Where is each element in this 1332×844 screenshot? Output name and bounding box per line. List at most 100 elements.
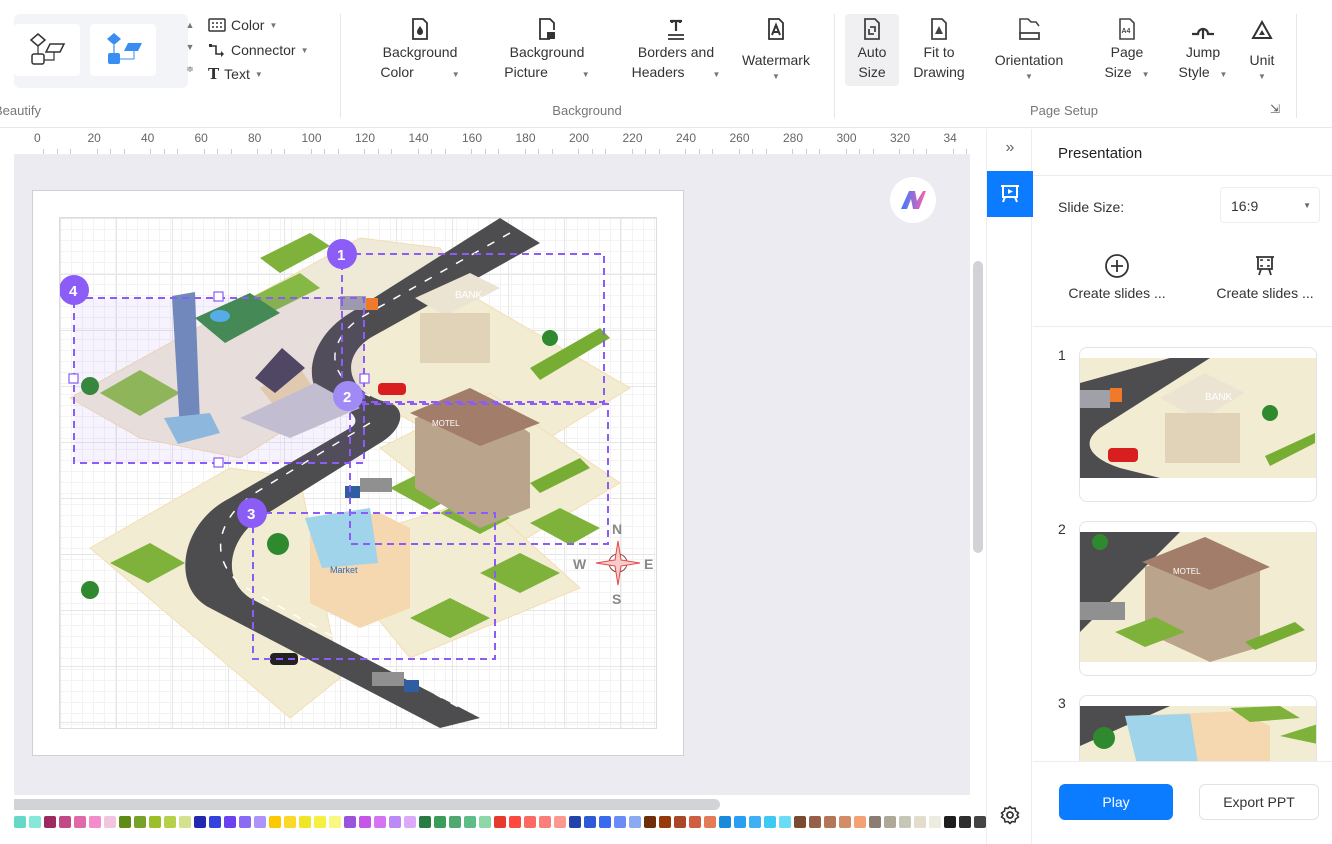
vertical-scrollbar[interactable] bbox=[970, 129, 986, 795]
orientation-button[interactable]: Orientation ▼ bbox=[984, 14, 1074, 81]
palette-swatch[interactable] bbox=[644, 816, 656, 828]
palette-swatch[interactable] bbox=[209, 816, 221, 828]
palette-swatch[interactable] bbox=[299, 816, 311, 828]
fit-to-drawing-button[interactable]: Fit to Drawing bbox=[906, 14, 972, 82]
palette-swatch[interactable] bbox=[734, 816, 746, 828]
palette-swatch[interactable] bbox=[269, 816, 281, 828]
palette-swatch[interactable] bbox=[314, 816, 326, 828]
settings-button[interactable] bbox=[987, 805, 1033, 825]
resize-handle[interactable] bbox=[68, 373, 79, 384]
flowchart-style-outline[interactable] bbox=[14, 24, 80, 76]
palette-swatch[interactable] bbox=[164, 816, 176, 828]
double-chevron-right-icon[interactable]: » bbox=[987, 139, 1033, 157]
drawing-page[interactable]: BANK MOTEL Market N S E W 1 2 3 4 bbox=[32, 190, 684, 756]
horizontal-scrollbar-thumb[interactable] bbox=[14, 799, 720, 810]
palette-swatch[interactable] bbox=[824, 816, 836, 828]
palette-swatch[interactable] bbox=[614, 816, 626, 828]
watermark-button[interactable]: Watermark ▼ bbox=[734, 14, 818, 81]
palette-swatch[interactable] bbox=[794, 816, 806, 828]
borders-headers-button[interactable]: Borders and Headers ▼ bbox=[612, 14, 740, 85]
slide-marker-1[interactable]: 1 bbox=[327, 239, 357, 269]
app-logo-button[interactable] bbox=[890, 177, 936, 223]
create-slides-button-1[interactable]: Create slides ... bbox=[1057, 251, 1177, 301]
drawing-canvas[interactable]: BANK MOTEL Market N S E W 1 2 3 4 bbox=[14, 155, 970, 795]
slide-marker-3[interactable]: 3 bbox=[237, 498, 267, 528]
palette-swatch[interactable] bbox=[779, 816, 791, 828]
palette-swatch[interactable] bbox=[584, 816, 596, 828]
slide-marker-2[interactable]: 2 bbox=[333, 381, 363, 411]
palette-swatch[interactable] bbox=[374, 816, 386, 828]
palette-swatch[interactable] bbox=[59, 816, 71, 828]
palette-swatch[interactable] bbox=[179, 816, 191, 828]
horizontal-scrollbar[interactable] bbox=[14, 795, 970, 813]
palette-swatch[interactable] bbox=[569, 816, 581, 828]
palette-swatch[interactable] bbox=[284, 816, 296, 828]
palette-swatch[interactable] bbox=[884, 816, 896, 828]
auto-size-button[interactable]: Auto Size bbox=[845, 14, 899, 86]
palette-swatch[interactable] bbox=[479, 816, 491, 828]
palette-swatch[interactable] bbox=[149, 816, 161, 828]
palette-swatch[interactable] bbox=[689, 816, 701, 828]
slide-card[interactable]: BANK bbox=[1079, 347, 1317, 502]
connector-button[interactable]: Connector ▼ bbox=[208, 40, 309, 60]
palette-swatch[interactable] bbox=[224, 816, 236, 828]
color-button[interactable]: Color ▼ bbox=[208, 15, 277, 35]
palette-swatch[interactable] bbox=[554, 816, 566, 828]
create-slides-button-2[interactable]: Create slides ... bbox=[1205, 251, 1325, 301]
slide-frame-4[interactable] bbox=[73, 297, 365, 464]
palette-swatch[interactable] bbox=[74, 816, 86, 828]
palette-swatch[interactable] bbox=[914, 816, 926, 828]
palette-swatch[interactable] bbox=[674, 816, 686, 828]
palette-swatch[interactable] bbox=[449, 816, 461, 828]
slide-card[interactable] bbox=[1079, 695, 1317, 761]
palette-swatch[interactable] bbox=[494, 816, 506, 828]
palette-swatch[interactable] bbox=[119, 816, 131, 828]
text-button[interactable]: T Text ▼ bbox=[208, 64, 263, 84]
palette-swatch[interactable] bbox=[14, 816, 26, 828]
resize-handle[interactable] bbox=[213, 291, 224, 302]
palette-swatch[interactable] bbox=[764, 816, 776, 828]
play-button[interactable]: Play bbox=[1059, 784, 1173, 820]
slide-card[interactable]: MOTEL bbox=[1079, 521, 1317, 676]
background-color-button[interactable]: Background Color ▼ bbox=[362, 14, 478, 85]
resize-handle[interactable] bbox=[213, 457, 224, 468]
palette-swatch[interactable] bbox=[344, 816, 356, 828]
resize-handle[interactable] bbox=[359, 373, 370, 384]
palette-swatch[interactable] bbox=[899, 816, 911, 828]
palette-swatch[interactable] bbox=[89, 816, 101, 828]
palette-swatch[interactable] bbox=[329, 816, 341, 828]
palette-swatch[interactable] bbox=[539, 816, 551, 828]
isometric-city-map[interactable]: BANK MOTEL Market N S E W 1 2 3 4 bbox=[59, 218, 658, 730]
slide-size-select[interactable]: 16:9 ▼ bbox=[1220, 187, 1320, 223]
palette-swatch[interactable] bbox=[389, 816, 401, 828]
palette-swatch[interactable] bbox=[29, 816, 41, 828]
vertical-scrollbar-thumb[interactable] bbox=[973, 261, 983, 553]
export-ppt-button[interactable]: Export PPT bbox=[1199, 784, 1319, 820]
gallery-expand[interactable]: ≑ bbox=[184, 64, 196, 75]
palette-swatch[interactable] bbox=[524, 816, 536, 828]
palette-swatch[interactable] bbox=[44, 816, 56, 828]
palette-swatch[interactable] bbox=[434, 816, 446, 828]
jump-style-button[interactable]: Jump Style ▼ bbox=[1170, 14, 1236, 85]
palette-swatch[interactable] bbox=[104, 816, 116, 828]
unit-button[interactable]: Unit ▼ bbox=[1240, 14, 1284, 81]
palette-swatch[interactable] bbox=[509, 816, 521, 828]
slide-marker-4[interactable]: 4 bbox=[59, 275, 89, 305]
palette-swatch[interactable] bbox=[719, 816, 731, 828]
flowchart-style-blue[interactable] bbox=[90, 24, 156, 76]
palette-swatch[interactable] bbox=[419, 816, 431, 828]
palette-swatch[interactable] bbox=[869, 816, 881, 828]
palette-swatch[interactable] bbox=[659, 816, 671, 828]
palette-swatch[interactable] bbox=[854, 816, 866, 828]
palette-swatch[interactable] bbox=[404, 816, 416, 828]
palette-swatch[interactable] bbox=[359, 816, 371, 828]
palette-swatch[interactable] bbox=[809, 816, 821, 828]
presentation-tab[interactable] bbox=[987, 171, 1033, 217]
palette-swatch[interactable] bbox=[704, 816, 716, 828]
background-picture-button[interactable]: Background Picture ▼ bbox=[488, 14, 606, 85]
palette-swatch[interactable] bbox=[959, 816, 971, 828]
palette-swatch[interactable] bbox=[599, 816, 611, 828]
palette-swatch[interactable] bbox=[629, 816, 641, 828]
palette-swatch[interactable] bbox=[929, 816, 941, 828]
page-size-button[interactable]: A4 Page Size ▼ bbox=[1094, 14, 1160, 85]
